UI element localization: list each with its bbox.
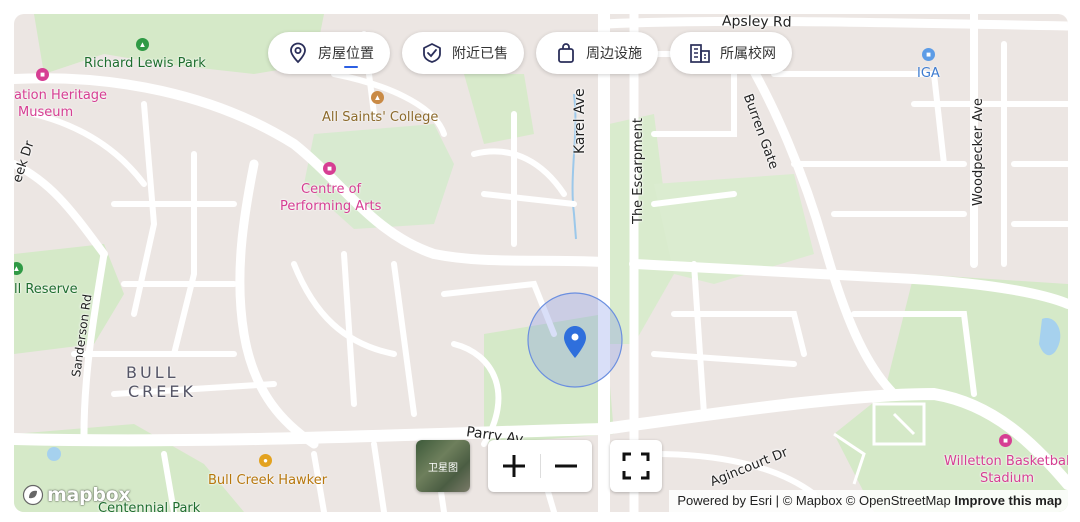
zoom-in-button[interactable] bbox=[488, 440, 540, 492]
theatre-icon: ■ bbox=[323, 162, 336, 175]
suburb-label-line1: BULL bbox=[126, 363, 179, 382]
place-label-willetton-2: Stadium bbox=[980, 471, 1035, 486]
tab-label: 周边设施 bbox=[586, 46, 642, 62]
mapbox-attribution-link[interactable]: © Mapbox bbox=[783, 493, 842, 508]
osm-attribution-link[interactable]: © OpenStreetMap bbox=[846, 493, 951, 508]
map-attribution: Powered by Esri | © Mapbox © OpenStreetM… bbox=[669, 490, 1068, 512]
improve-map-link[interactable]: Improve this map bbox=[954, 493, 1062, 508]
street-label-woodpecker: Woodpecker Ave bbox=[971, 97, 986, 206]
zoom-in-icon bbox=[503, 455, 525, 477]
place-label-hawker: Bull Creek Hawker bbox=[208, 473, 328, 488]
place-label-centre-1: Centre of bbox=[301, 182, 362, 197]
zoom-out-icon bbox=[555, 464, 577, 468]
street-label-escarpment: The Escarpment bbox=[631, 117, 646, 224]
shopping-bag-icon bbox=[554, 41, 578, 65]
active-tab-indicator bbox=[344, 66, 358, 68]
place-label-reserve: ll Reserve bbox=[14, 282, 78, 297]
place-label-iga: IGA bbox=[917, 66, 940, 81]
place-label-willetton-1: Willetton Basketball bbox=[944, 454, 1068, 469]
street-label-karel: Karel Ave bbox=[572, 88, 588, 154]
map-base-layer bbox=[14, 14, 1068, 512]
suburb-label-line2: CREEK bbox=[128, 382, 196, 401]
tab-nearby-sold[interactable]: 附近已售 bbox=[402, 32, 524, 74]
school-building-icon bbox=[688, 41, 712, 65]
place-label-heritage-1: ation Heritage bbox=[14, 88, 108, 103]
map-controls: 卫星图 bbox=[416, 440, 662, 492]
mapbox-logo-text: mapbox bbox=[47, 484, 131, 506]
mapbox-logo-icon bbox=[22, 484, 44, 506]
attribution-separator: | bbox=[775, 493, 780, 508]
place-label-all-saints: All Saints' College bbox=[322, 110, 439, 125]
zoom-control bbox=[488, 440, 592, 492]
mapbox-logo[interactable]: mapbox bbox=[22, 484, 131, 506]
place-label-heritage-2: Museum bbox=[18, 105, 74, 120]
tab-facilities[interactable]: 周边设施 bbox=[536, 32, 658, 74]
fullscreen-icon bbox=[622, 452, 650, 480]
tab-school-zone[interactable]: 所属校网 bbox=[670, 32, 792, 74]
fullscreen-button[interactable] bbox=[610, 440, 662, 492]
satellite-label: 卫星图 bbox=[428, 463, 458, 474]
park-icon: ▲ bbox=[136, 38, 149, 51]
tab-property-location[interactable]: 房屋位置 bbox=[268, 32, 390, 74]
satellite-toggle-button[interactable]: 卫星图 bbox=[416, 440, 470, 492]
tab-label: 所属校网 bbox=[720, 46, 776, 62]
place-label-richard-lewis-park: Richard Lewis Park bbox=[84, 56, 206, 71]
zoom-out-button[interactable] bbox=[540, 440, 592, 492]
shop-icon: ■ bbox=[922, 48, 935, 61]
esri-attribution-link[interactable]: Powered by Esri bbox=[677, 493, 772, 508]
stadium-icon: ■ bbox=[999, 434, 1012, 447]
map-canvas[interactable]: Apsley Rd Karel Ave The Escarpment Burre… bbox=[14, 14, 1068, 512]
zoom-separator bbox=[540, 454, 541, 478]
museum-icon: ■ bbox=[36, 68, 49, 81]
place-label-centre-2: Performing Arts bbox=[280, 199, 382, 214]
college-icon: ▲ bbox=[371, 91, 384, 104]
tab-label: 附近已售 bbox=[452, 46, 508, 62]
check-shield-icon bbox=[420, 41, 444, 65]
tab-label: 房屋位置 bbox=[318, 46, 374, 62]
improve-map-text: Improve this map bbox=[954, 493, 1062, 508]
location-pin-icon bbox=[286, 41, 310, 65]
street-label-apsley: Apsley Rd bbox=[721, 14, 792, 31]
map-layer-tabs: 房屋位置 附近已售 周边设施 所属校网 bbox=[268, 32, 792, 74]
restaurant-icon: ● bbox=[259, 454, 272, 467]
